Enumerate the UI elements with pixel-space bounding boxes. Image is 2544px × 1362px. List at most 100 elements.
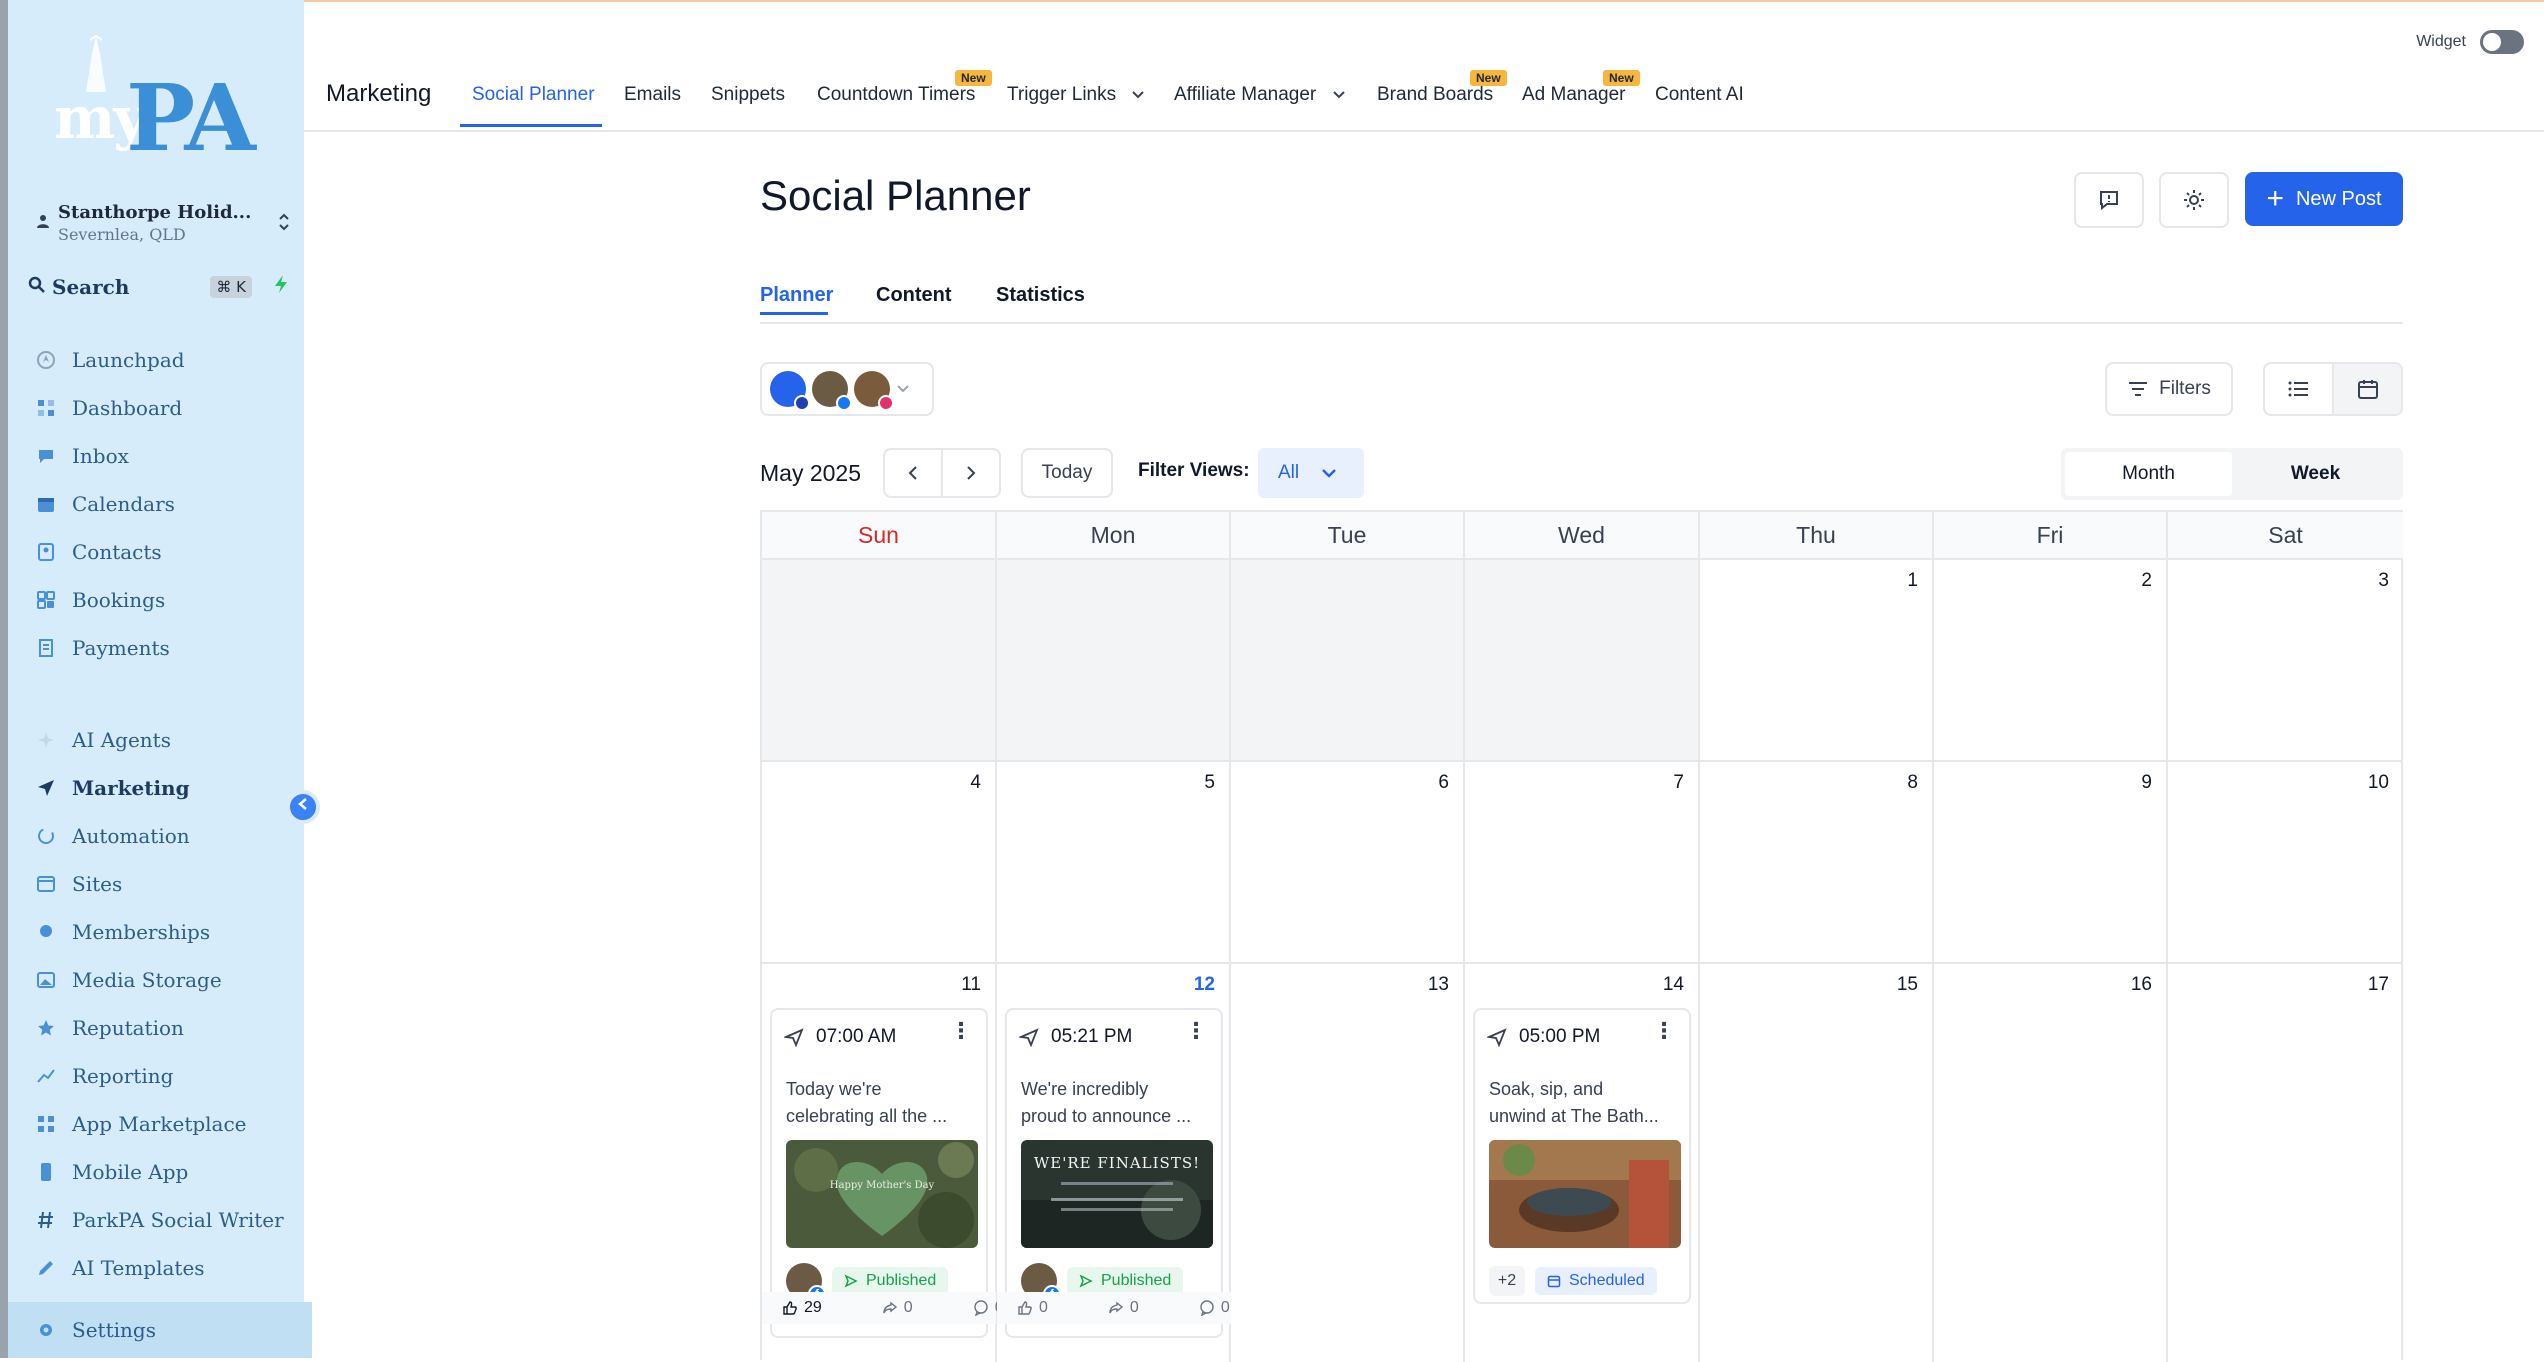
- new-badge: New: [1470, 70, 1507, 86]
- filter-views-select[interactable]: All: [1258, 448, 1364, 498]
- send-icon: [32, 778, 72, 798]
- sidebar-item-label: Reputation: [72, 1016, 184, 1040]
- calendar-day-cell[interactable]: 4: [762, 760, 997, 962]
- avatar: [812, 371, 852, 411]
- calendar-day-cell[interactable]: [997, 558, 1231, 760]
- calendar-day-cell[interactable]: 2: [1934, 558, 2168, 760]
- calendar-day-cell[interactable]: 5: [997, 760, 1231, 962]
- sidebar-item-inbox[interactable]: Inbox: [32, 436, 304, 476]
- tab-snippets[interactable]: Snippets: [711, 84, 785, 106]
- more-options-icon[interactable]: ⋮: [950, 1020, 972, 1042]
- sidebar-item-launchpad[interactable]: Launchpad: [32, 340, 304, 380]
- tab-trigger-links[interactable]: Trigger Links: [1007, 84, 1145, 106]
- sidebar-item-payments[interactable]: Payments: [32, 628, 304, 668]
- sidebar-item-bookings[interactable]: Bookings: [32, 580, 304, 620]
- calendar-day-cell[interactable]: 17: [2168, 962, 2403, 1362]
- feedback-button[interactable]: [2074, 172, 2144, 228]
- likes-count: 29: [782, 1299, 852, 1317]
- post-card[interactable]: 05:21 PM ⋮ We're incredibly proud to ann…: [1005, 1008, 1223, 1338]
- calendar-day-cell[interactable]: 16: [1934, 962, 2168, 1362]
- today-button[interactable]: Today: [1021, 448, 1113, 498]
- weekday-header: Tue: [1231, 512, 1465, 558]
- calendar-day-cell[interactable]: 13: [1231, 962, 1465, 1362]
- sidebar-item-sites[interactable]: Sites: [32, 864, 304, 904]
- month-week-toggle: Month Week: [2061, 448, 2403, 500]
- social-accounts-selector[interactable]: [760, 362, 934, 416]
- brand-logo[interactable]: my PA: [48, 34, 278, 172]
- calendar-day-cell[interactable]: 1: [1700, 558, 1934, 760]
- calendar-day-cell[interactable]: [1465, 558, 1700, 760]
- tab-social-planner[interactable]: Social Planner: [472, 84, 595, 106]
- list-view-button[interactable]: [2265, 364, 2332, 414]
- sidebar-item-media-storage[interactable]: Media Storage: [32, 960, 304, 1000]
- settings-button[interactable]: [2159, 172, 2229, 228]
- tab-planner[interactable]: Planner: [760, 284, 833, 307]
- calendar-day-cell[interactable]: 8: [1700, 760, 1934, 962]
- sidebar-item-marketing[interactable]: Marketing: [32, 768, 304, 808]
- next-month-button[interactable]: [941, 450, 999, 496]
- calendar-view-button[interactable]: [2332, 364, 2401, 414]
- sidebar-item-mobile-app[interactable]: Mobile App: [32, 1152, 304, 1192]
- sidebar-item-reporting[interactable]: Reporting: [32, 1056, 304, 1096]
- sidebar-item-memberships[interactable]: Memberships: [32, 912, 304, 952]
- sidebar-item-settings[interactable]: Settings: [8, 1302, 312, 1358]
- chevron-down-icon: [1332, 91, 1345, 99]
- calendar-day-cell[interactable]: 15: [1700, 962, 1934, 1362]
- sidebar-item-contacts[interactable]: Contacts: [32, 532, 304, 572]
- weekday-header: Wed: [1465, 512, 1700, 558]
- widget-toggle[interactable]: [2480, 30, 2524, 54]
- calendar-day-cell[interactable]: 12 05:21 PM ⋮ We're incredibly proud to …: [997, 962, 1231, 1362]
- week-view-button[interactable]: Week: [2232, 452, 2399, 496]
- sidebar-settings-row[interactable]: Settings: [32, 1310, 304, 1350]
- calendar-day-cell[interactable]: 7: [1465, 760, 1700, 962]
- sidebar-item-label: App Marketplace: [72, 1112, 247, 1136]
- more-options-icon[interactable]: ⋮: [1653, 1020, 1675, 1042]
- calendar-day-cell[interactable]: [1231, 558, 1465, 760]
- tab-countdown-timers[interactable]: Countdown Timers: [817, 84, 975, 106]
- sidebar-item-calendars[interactable]: Calendars: [32, 484, 304, 524]
- top-accent-line: [304, 0, 2544, 8]
- thumbs-up-icon: [783, 1301, 797, 1315]
- sidebar-item-ai-agents[interactable]: AI Agents: [32, 720, 304, 760]
- sidebar-item-ai-templates[interactable]: AI Templates: [32, 1248, 304, 1288]
- tab-affiliate-manager[interactable]: Affiliate Manager: [1174, 84, 1346, 106]
- calendar-day-cell[interactable]: 10: [2168, 760, 2403, 962]
- calendar-day-cell[interactable]: 14 05:00 PM ⋮ Soak, sip, and unwind at T…: [1465, 962, 1700, 1362]
- widget-toggle-group[interactable]: Widget: [2416, 30, 2524, 54]
- filters-button[interactable]: Filters: [2105, 362, 2233, 416]
- post-card[interactable]: 07:00 AM ⋮ Today we're celebrating all t…: [770, 1008, 988, 1338]
- calendar-day-cell[interactable]: 9: [1934, 760, 2168, 962]
- more-accounts-badge[interactable]: +2: [1489, 1266, 1525, 1296]
- post-card[interactable]: 05:00 PM ⋮ Soak, sip, and unwind at The …: [1473, 1008, 1691, 1304]
- previous-month-button[interactable]: [885, 450, 941, 496]
- lightning-icon[interactable]: [266, 274, 296, 300]
- sidebar-item-app-marketplace[interactable]: App Marketplace: [32, 1104, 304, 1144]
- tab-statistics[interactable]: Statistics: [996, 284, 1085, 307]
- new-post-button[interactable]: + New Post: [2245, 172, 2403, 226]
- image-caption-text: Happy Mother's Day: [830, 1180, 935, 1191]
- calendar-day-cell[interactable]: 6: [1231, 760, 1465, 962]
- avatar: [854, 371, 894, 411]
- active-tab-indicator: [460, 124, 602, 127]
- tab-content-ai[interactable]: Content AI: [1655, 84, 1744, 106]
- account-switcher[interactable]: Stanthorpe Holid... Severnlea, QLD: [28, 196, 296, 250]
- tab-emails[interactable]: Emails: [624, 84, 681, 106]
- post-image: WE'RE FINALISTS!: [1021, 1140, 1213, 1248]
- sidebar-item-reputation[interactable]: Reputation: [32, 1008, 304, 1048]
- sidebar-search[interactable]: Search ⌘ K: [28, 272, 296, 302]
- status-badge: Published: [832, 1267, 949, 1295]
- sidebar-item-dashboard[interactable]: Dashboard: [32, 388, 304, 428]
- new-post-label: New Post: [2295, 187, 2382, 210]
- tab-ad-manager[interactable]: Ad Manager: [1522, 84, 1626, 106]
- calendar-day-cell[interactable]: 11 07:00 AM ⋮ Today we're celebrating al…: [762, 962, 1004, 1362]
- tab-brand-boards[interactable]: Brand Boards: [1377, 84, 1493, 106]
- calendar-day-cell[interactable]: [762, 558, 997, 760]
- collapse-sidebar-button[interactable]: [286, 790, 320, 824]
- sidebar-item-parkpa-social-writer[interactable]: ParkPA Social Writer: [32, 1200, 304, 1240]
- post-text: Today we're celebrating all the ...: [786, 1079, 948, 1126]
- more-options-icon[interactable]: ⋮: [1185, 1020, 1207, 1042]
- month-view-button[interactable]: Month: [2065, 452, 2232, 496]
- sidebar-item-automation[interactable]: Automation: [32, 816, 304, 856]
- tab-content[interactable]: Content: [876, 284, 952, 307]
- calendar-day-cell[interactable]: 3: [2168, 558, 2403, 760]
